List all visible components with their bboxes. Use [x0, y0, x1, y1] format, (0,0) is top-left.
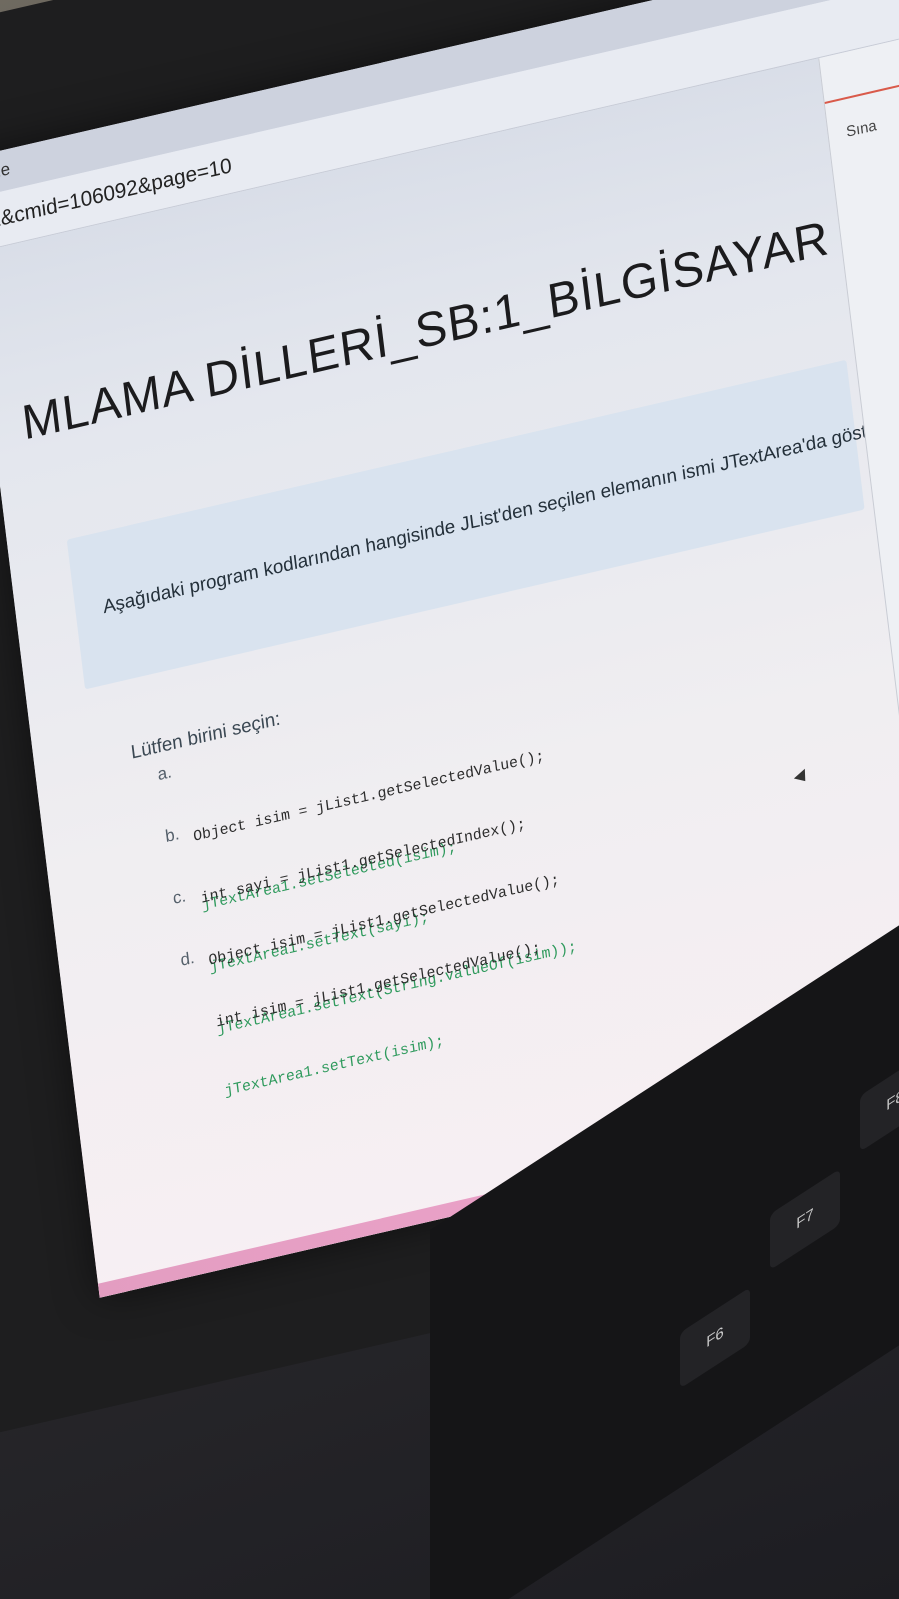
sidebar-accent-bar — [824, 77, 899, 105]
mouse-cursor-icon — [793, 768, 811, 786]
browser-title: rome — [0, 159, 12, 187]
option-letter-d: d. — [179, 947, 196, 970]
option-letter-b: b. — [164, 823, 181, 847]
photo-scene: rome o1&cmid=106092&page=10 MLAMA DİLLER… — [0, 0, 899, 1599]
key-f8[interactable]: F8 — [860, 1050, 899, 1152]
sidebar-label: Sına — [845, 116, 878, 141]
key-f6[interactable]: F6 — [680, 1287, 750, 1389]
option-letter-c: c. — [171, 886, 187, 909]
option-letter-a: a. — [156, 762, 173, 785]
key-f7[interactable]: F7 — [770, 1168, 840, 1271]
question-text: Aşağıdaki program kodlarından hangisinde… — [101, 396, 899, 619]
